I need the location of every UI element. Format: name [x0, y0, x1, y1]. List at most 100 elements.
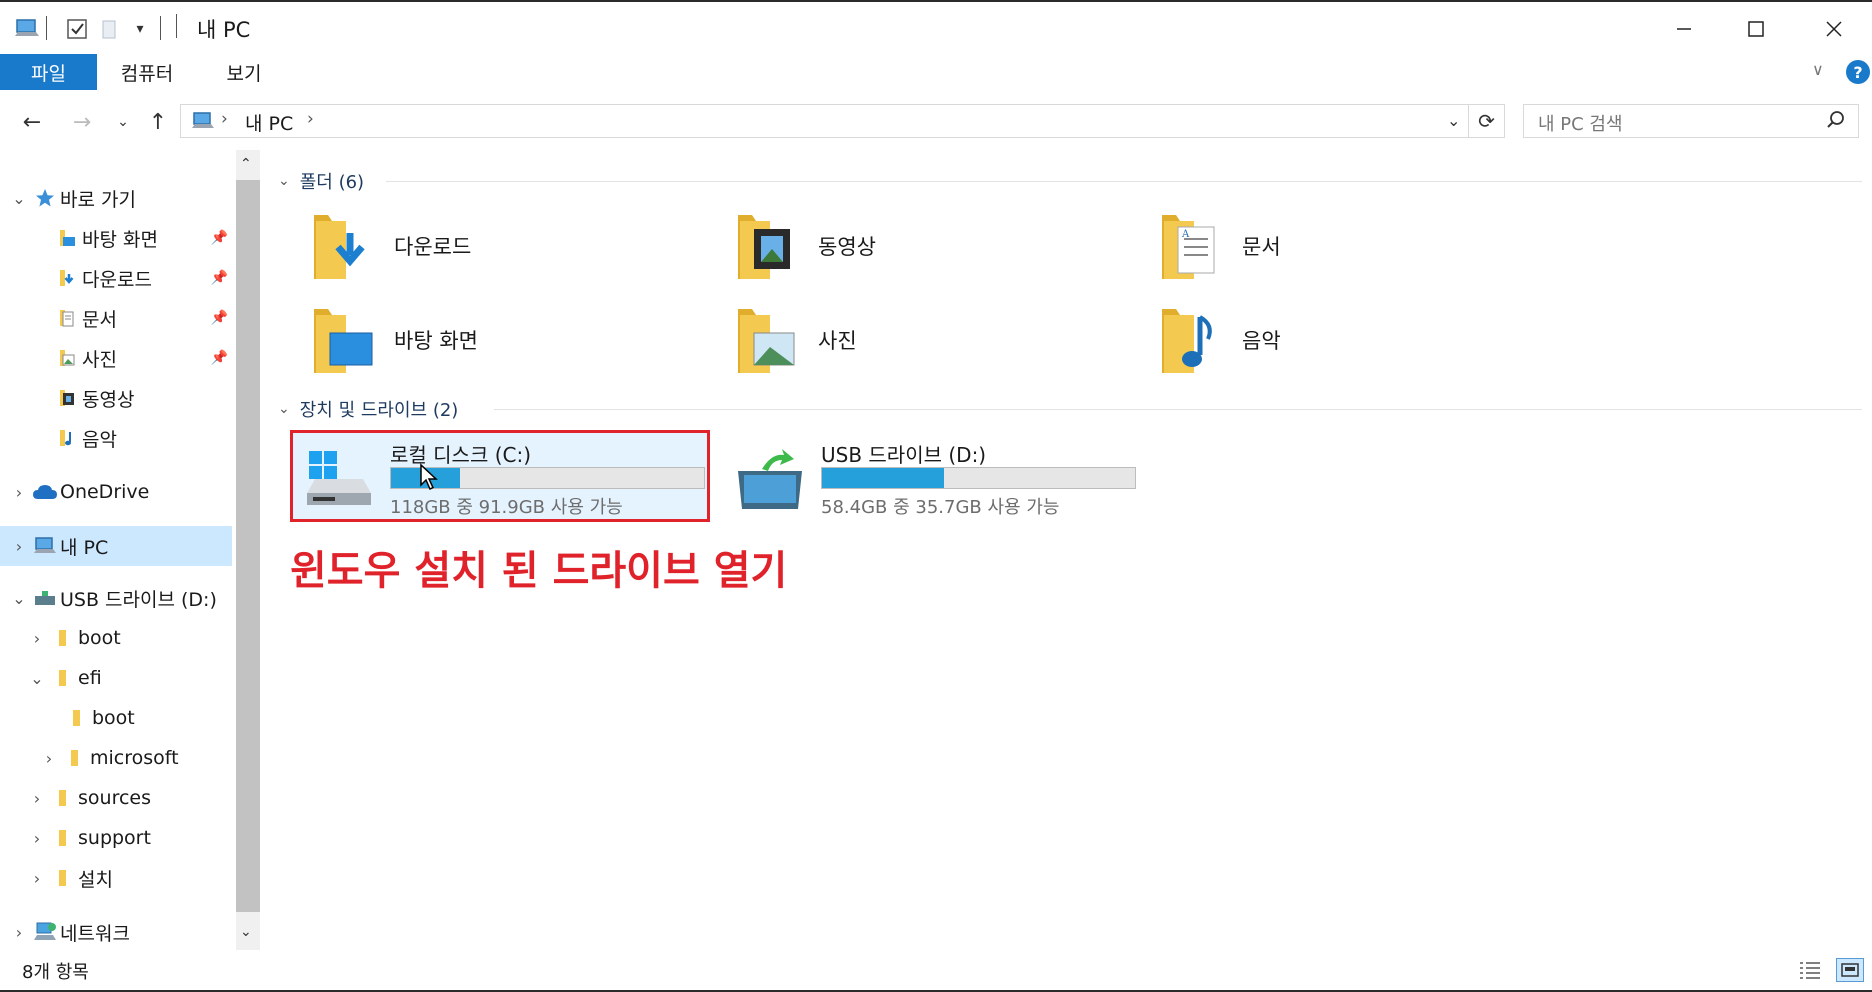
tree-usb-drive[interactable]: ⌄ USB 드라이브 (D:): [8, 580, 236, 616]
computer-icon: [191, 110, 215, 136]
mouse-cursor-icon: [419, 463, 439, 495]
close-button[interactable]: [1796, 6, 1872, 52]
tree-this-pc[interactable]: › 내 PC: [0, 526, 232, 566]
forward-button[interactable]: →: [66, 106, 98, 138]
expand-ribbon-icon[interactable]: ∨: [1812, 60, 1824, 79]
folder-desktop[interactable]: 바탕 화면: [310, 296, 730, 384]
new-folder-icon[interactable]: [98, 16, 122, 42]
item-count: 8개 항목: [22, 962, 89, 983]
tree-folder-support[interactable]: › support: [26, 820, 226, 856]
folder-documents[interactable]: A 문서: [1158, 202, 1578, 290]
tree-item-downloads[interactable]: 다운로드 📌: [52, 260, 228, 296]
recent-locations-icon[interactable]: ⌄: [112, 106, 134, 138]
tree-label: 설치: [78, 868, 113, 891]
folder-label: 사진: [818, 329, 857, 353]
chevron-right-icon[interactable]: ›: [26, 869, 48, 888]
documents-folder-icon: [52, 308, 82, 328]
ribbon: 파일 컴퓨터 보기 ∨ ?: [0, 54, 1872, 90]
tab-computer[interactable]: 컴퓨터: [97, 54, 197, 90]
videos-folder-icon: [52, 388, 82, 408]
tree-item-documents[interactable]: 문서 📌: [52, 300, 228, 336]
nav-scrollbar-thumb[interactable]: [236, 180, 260, 912]
tab-file[interactable]: 파일: [0, 54, 97, 90]
tree-folder-sources[interactable]: › sources: [26, 780, 226, 816]
star-icon: [30, 187, 60, 209]
window-title: 내 PC: [197, 18, 251, 42]
folder-downloads[interactable]: 다운로드: [310, 202, 730, 290]
navigation-bar: ← → ⌄ ↑ › 내 PC › ⌄ ⟳ 내 PC 검색: [0, 98, 1872, 148]
folder-icon: [60, 748, 90, 768]
tree-onedrive[interactable]: › OneDrive: [8, 474, 228, 510]
drive-d[interactable]: USB 드라이브 (D:) 58.4GB 중 35.7GB 사용 가능: [724, 433, 1144, 525]
chevron-right-icon[interactable]: ›: [8, 923, 30, 942]
hard-drive-icon: [301, 449, 377, 515]
properties-icon[interactable]: [64, 16, 90, 42]
tab-view[interactable]: 보기: [200, 54, 288, 90]
tree-network[interactable]: › 네트워크: [8, 914, 228, 950]
tree-folder-efi[interactable]: ⌄ efi: [26, 660, 226, 696]
group-drives[interactable]: ⌄ 장치 및 드라이브 (2): [278, 394, 458, 424]
breadcrumb-separator-icon[interactable]: ›: [221, 109, 228, 129]
drive-name: USB 드라이브 (D:): [821, 443, 987, 467]
up-button[interactable]: ↑: [142, 106, 174, 138]
folder-icon: [48, 868, 78, 888]
minimize-button[interactable]: [1646, 6, 1722, 52]
folder-label: 문서: [1242, 235, 1281, 259]
address-bar[interactable]: › 내 PC › ⌄: [180, 104, 1469, 138]
back-button[interactable]: ←: [16, 106, 48, 138]
chevron-right-icon[interactable]: ›: [8, 537, 30, 556]
tree-folder-install[interactable]: › 설치: [26, 860, 226, 896]
breadcrumb[interactable]: 내 PC: [245, 109, 293, 136]
chevron-down-icon[interactable]: ⌄: [26, 669, 48, 688]
breadcrumb-separator-icon[interactable]: ›: [307, 109, 314, 129]
chevron-right-icon[interactable]: ›: [38, 749, 60, 768]
tree-item-pictures[interactable]: 사진 📌: [52, 340, 228, 376]
tree-label: 사진: [82, 348, 117, 371]
status-bar: 8개 항목: [0, 950, 1872, 992]
tree-label: 네트워크: [60, 922, 130, 945]
folder-pictures[interactable]: 사진: [734, 296, 1154, 384]
tree-quick-access[interactable]: ⌄ 바로 가기: [8, 180, 228, 216]
search-placeholder: 내 PC 검색: [1538, 114, 1623, 135]
chevron-down-icon[interactable]: ⌄: [8, 589, 30, 608]
group-folders[interactable]: ⌄ 폴더 (6): [278, 166, 364, 196]
tree-item-desktop[interactable]: 바탕 화면 📌: [52, 220, 228, 256]
scroll-up-icon[interactable]: ⌃: [240, 156, 252, 172]
search-icon[interactable]: [1826, 110, 1846, 134]
help-icon[interactable]: ?: [1846, 60, 1870, 84]
customize-qa-icon[interactable]: ▾: [130, 16, 150, 42]
title-bar: ▾ 내 PC: [0, 0, 1872, 54]
cloud-icon: [30, 483, 60, 501]
folder-label: 바탕 화면: [394, 329, 478, 353]
chevron-right-icon[interactable]: ›: [8, 483, 30, 502]
pin-icon[interactable]: 📌: [211, 310, 228, 326]
chevron-down-icon[interactable]: ⌄: [278, 173, 290, 189]
tree-item-music[interactable]: 음악: [52, 420, 228, 456]
chevron-down-icon[interactable]: ⌄: [278, 401, 290, 417]
network-icon: [30, 921, 60, 943]
tree-folder-microsoft[interactable]: › microsoft: [38, 740, 232, 776]
drive-free-space: 118GB 중 91.9GB 사용 가능: [390, 497, 623, 518]
large-icons-view-icon[interactable]: [1836, 958, 1864, 982]
refresh-button[interactable]: ⟳: [1469, 104, 1505, 138]
chevron-right-icon[interactable]: ›: [26, 789, 48, 808]
tree-item-videos[interactable]: 동영상: [52, 380, 228, 416]
tree-folder-efi-boot[interactable]: boot: [62, 700, 232, 736]
tree-folder-boot[interactable]: › boot: [26, 620, 226, 656]
maximize-button[interactable]: [1718, 6, 1794, 52]
search-box[interactable]: 내 PC 검색: [1523, 104, 1859, 138]
folder-label: 다운로드: [394, 235, 472, 259]
chevron-right-icon[interactable]: ›: [26, 829, 48, 848]
chevron-down-icon[interactable]: ⌄: [8, 189, 30, 208]
details-view-icon[interactable]: [1798, 960, 1822, 984]
pin-icon[interactable]: 📌: [211, 270, 228, 286]
folder-music[interactable]: 음악: [1158, 296, 1578, 384]
address-dropdown-icon[interactable]: ⌄: [1447, 111, 1460, 130]
drive-c[interactable]: 로컬 디스크 (C:) 118GB 중 91.9GB 사용 가능: [290, 430, 710, 522]
chevron-right-icon[interactable]: ›: [26, 629, 48, 648]
pin-icon[interactable]: 📌: [211, 230, 228, 246]
scroll-down-icon[interactable]: ⌄: [240, 924, 252, 940]
computer-icon[interactable]: [12, 16, 42, 42]
pin-icon[interactable]: 📌: [211, 350, 228, 366]
folder-videos[interactable]: 동영상: [734, 202, 1154, 290]
